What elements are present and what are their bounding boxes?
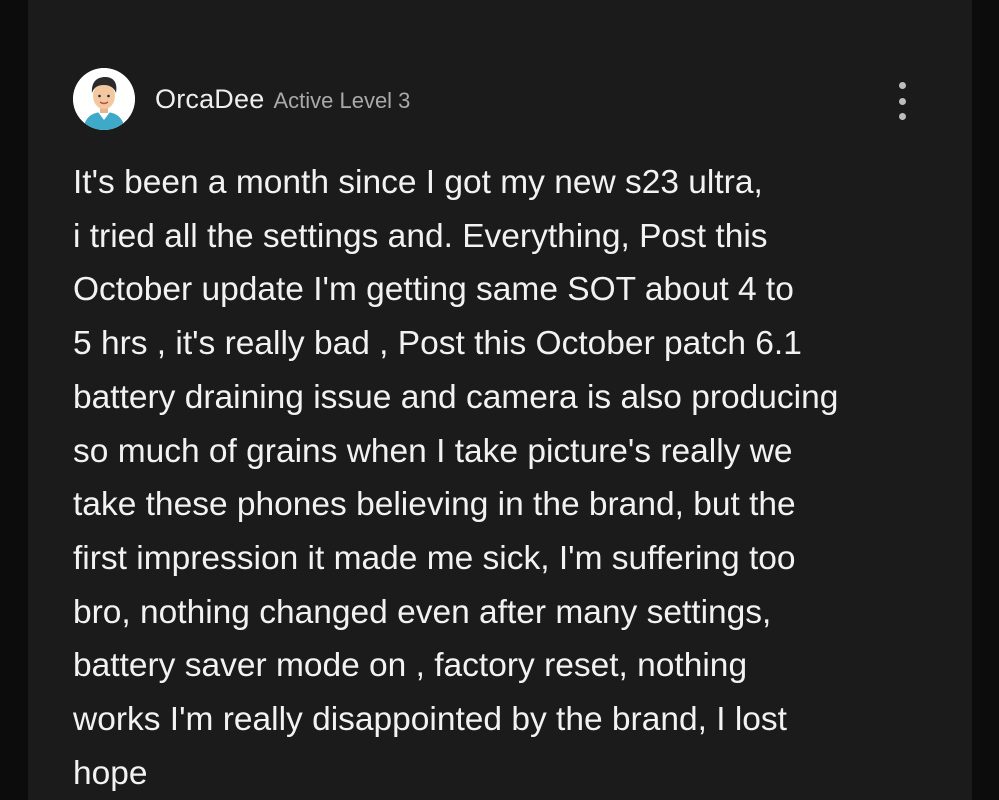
post-author-rank: Active Level 3 [273,88,411,113]
more-vertical-icon[interactable] [889,82,915,120]
menu-dot [898,113,906,120]
post-body: It's been a month since I got my new s23… [73,156,943,800]
post-body-line: battery draining issue and camera is als… [73,378,839,416]
user-avatar-icon[interactable] [73,68,135,130]
post-body-line: take these phones believing in the brand… [73,486,796,524]
menu-dot [898,97,906,105]
post-author-name[interactable]: OrcaDee [155,84,264,115]
post-body-line: first impression it made me sick, I'm su… [73,539,796,577]
post-body-line: i tried all the settings and. Everything… [73,217,768,255]
post-body-line: It's been a month since I got my new s23… [73,164,763,201]
post-body-line: works I'm really disappointed by the bra… [73,701,787,739]
post-header: OrcaDee Active Level 3 [73,68,410,130]
post-body-line: bro, nothing changed even after many set… [73,593,772,631]
post-body-line: so much of grains when I take picture's … [73,432,793,470]
menu-dot [898,82,906,89]
post-body-line: hope [73,754,148,792]
post-body-line: battery saver mode on , factory reset, n… [73,647,748,685]
post-body-line: October update I'm getting same SOT abou… [73,271,794,309]
post-body-line: 5 hrs , it's really bad , Post this Octo… [73,325,802,363]
